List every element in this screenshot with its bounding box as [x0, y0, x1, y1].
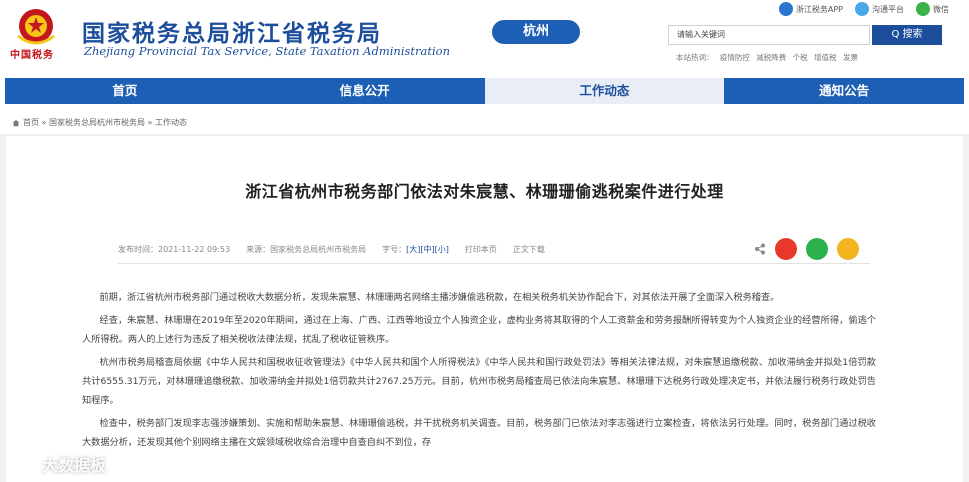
font-size-medium[interactable]: [中]	[420, 245, 434, 254]
article-title: 浙江省杭州市税务部门依法对朱宸慧、林珊珊偷逃税案件进行处理	[245, 182, 724, 201]
watermark-logo-icon	[9, 457, 33, 471]
article-source: 来源：国家税务总局杭州市税务局	[246, 245, 367, 254]
city-badge[interactable]: 杭州	[492, 20, 580, 44]
search-input[interactable]: 请输入关键词	[668, 25, 870, 45]
site-title-english: Zhejiang Provincial Tax Service, State T…	[84, 44, 451, 58]
hot-word[interactable]: 增值税	[814, 53, 837, 62]
share-icon[interactable]	[754, 243, 766, 255]
wechat-icon	[916, 2, 930, 16]
search-button[interactable]: Q 搜索	[872, 25, 942, 45]
publish-date: 发布时间：2021-11-22 09:53	[118, 245, 231, 254]
hot-word[interactable]: 疫情防控	[720, 53, 750, 62]
top-link-platform[interactable]: 沟通平台	[855, 2, 904, 16]
font-size-control: 字号：[大][中][小]	[382, 244, 449, 255]
article-paragraph: 经查，朱宸慧、林珊珊在2019年至2020年期间，通过在上海、广西、江西等地设立…	[82, 315, 876, 345]
hot-words-label: 本站热词：	[676, 53, 714, 62]
mobile-app-icon	[778, 2, 793, 16]
nav-item-info-disclosure[interactable]: 信息公开	[245, 78, 485, 104]
chat-icon	[855, 2, 869, 16]
top-link-wechat[interactable]: 微信	[916, 2, 949, 16]
nav-item-home[interactable]: 首页	[5, 78, 245, 104]
nav-item-notices[interactable]: 通知公告	[724, 78, 964, 104]
top-link-label: 沟通平台	[872, 4, 904, 14]
top-link-label: 微信	[933, 4, 949, 14]
article-paragraph: 检查中，税务部门发现李志强涉嫌策划、实施和帮助朱宸慧、林珊珊偷逃税，并干扰税务机…	[82, 418, 876, 448]
favorite-star-icon[interactable]	[837, 238, 859, 260]
top-links: 浙江税务APP 沟通平台 微信	[778, 2, 949, 16]
top-link-app[interactable]: 浙江税务APP	[778, 2, 843, 16]
home-icon	[12, 119, 20, 126]
font-size-label: 字号：	[382, 245, 407, 254]
article-paragraph: 杭州市税务局稽查局依据《中华人民共和国税收征收管理法》《中华人民共和国个人所得税…	[82, 357, 876, 406]
hot-word[interactable]: 减税降费	[756, 53, 786, 62]
site-title[interactable]: 国家税务总局浙江省税务局	[82, 14, 382, 48]
main-nav: 首页 信息公开 工作动态 通知公告	[5, 78, 964, 104]
download-link[interactable]: 正文下载	[513, 244, 545, 255]
hot-words: 本站热词： 疫情防控 减税降费 个税 增值税 发票	[676, 52, 862, 63]
font-size-large[interactable]: [大]	[406, 245, 420, 254]
print-link[interactable]: 打印本页	[465, 244, 497, 255]
share-bar	[754, 238, 859, 260]
nav-item-work-news[interactable]: 工作动态	[484, 78, 725, 104]
article-body: 前期，浙江省杭州市税务部门通过税收大数据分析，发现朱宸慧、林珊珊两名网络主播涉嫌…	[82, 288, 876, 456]
hot-word[interactable]: 个税	[793, 53, 808, 62]
article-paragraph: 前期，浙江省杭州市税务部门通过税收大数据分析，发现朱宸慧、林珊珊两名网络主播涉嫌…	[99, 292, 780, 303]
hot-word[interactable]: 发票	[843, 53, 858, 62]
font-size-small[interactable]: [小]	[435, 245, 449, 254]
breadcrumb: 首页 » 国家税务总局杭州市税务局 » 工作动态	[12, 117, 187, 128]
wechat-share-icon[interactable]	[806, 238, 828, 260]
breadcrumb-path[interactable]: 首页 » 国家税务总局杭州市税务局 » 工作动态	[23, 117, 187, 128]
emblem-calligraphy: 中国税务	[10, 50, 54, 61]
watermark: 大数据板	[8, 452, 106, 476]
watermark-text: 大数据板	[42, 456, 107, 475]
meta-divider	[118, 263, 870, 264]
weibo-share-icon[interactable]	[775, 238, 797, 260]
site-header: 中国税务 国家税务总局浙江省税务局 Zhejiang Provincial Ta…	[0, 0, 969, 76]
top-link-label: 浙江税务APP	[795, 4, 843, 14]
article-meta: 发布时间：2021-11-22 09:53 来源：国家税务总局杭州市税务局 字号…	[118, 244, 545, 255]
